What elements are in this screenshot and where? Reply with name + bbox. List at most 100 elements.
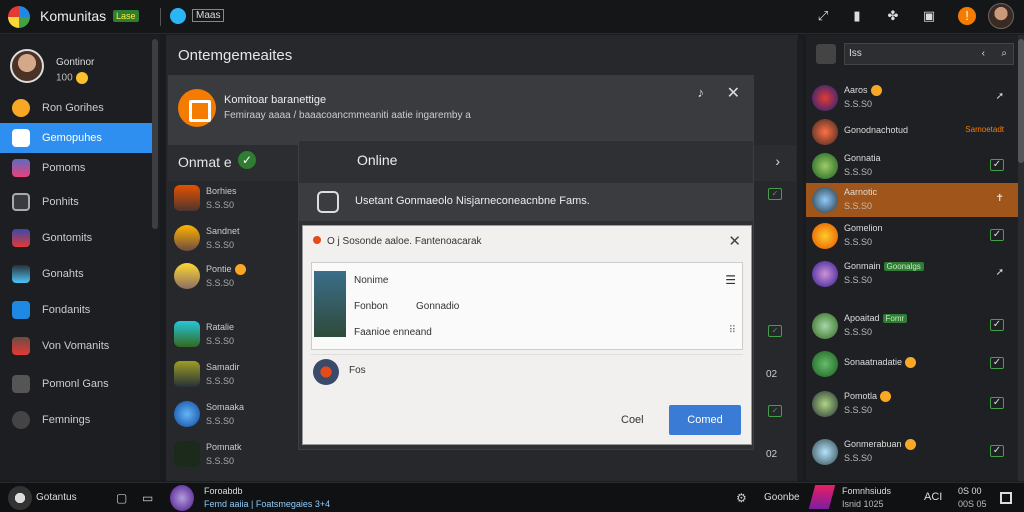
chevron-left-icon[interactable]: ‹ xyxy=(982,44,985,64)
list-item[interactable]: Ratalie S.S.S0 xyxy=(168,317,300,353)
sidebar-item-2[interactable]: Pomoms xyxy=(0,153,152,183)
friend-row[interactable]: Gomelion S.S.S0 ✓ xyxy=(806,219,1018,253)
list-item[interactable]: Pomnatk S.S.S0 xyxy=(168,437,300,473)
settings-icon[interactable]: ⚙ xyxy=(736,491,747,505)
sidebar-item-1[interactable]: Gemopuhes xyxy=(0,123,152,153)
drag-handle-icon[interactable]: ⠿ xyxy=(729,325,736,336)
notification-icon[interactable]: ▮ xyxy=(848,7,866,25)
friend-row[interactable]: Apoaitad Fomr S.S.S0 ✓ xyxy=(806,309,1018,343)
friends-scrollbar[interactable] xyxy=(1018,35,1024,481)
cancel-button[interactable]: Coel xyxy=(621,414,644,426)
stop-icon[interactable] xyxy=(1000,492,1012,504)
music-icon[interactable]: ♪ xyxy=(698,85,705,100)
friend-row[interactable]: Gonnatia S.S.S0 ✓ xyxy=(806,149,1018,183)
game-icon[interactable] xyxy=(808,485,836,509)
profile-avatar[interactable] xyxy=(10,49,44,83)
profile-name: Nonime xyxy=(354,275,389,286)
friend-row[interactable]: Pomotla S.S.S0 ✓ xyxy=(806,387,1018,421)
group-icon[interactable] xyxy=(816,44,836,64)
dialog-option[interactable]: Fos xyxy=(311,354,743,388)
announcement-card[interactable]: Komitoar baranettige Femiraay aaaa / baa… xyxy=(168,75,754,145)
friend-row-active[interactable]: Aarnotic S.S.S0 ✝ xyxy=(806,183,1018,217)
online-banner[interactable]: Usetant Gonmaeolo Nisjarneconeacnbne Fam… xyxy=(299,183,753,221)
bottom-bar: Gotantus ▢ ▭ Foroabdb Femd aaiia | Foats… xyxy=(0,482,1024,512)
sidebar-item-7[interactable]: Von Vomanits xyxy=(0,331,152,361)
app-logo-icon[interactable] xyxy=(8,6,30,28)
game-icon xyxy=(174,321,200,347)
time-label: 0S 00 xyxy=(958,486,982,496)
friend-avatar xyxy=(812,313,838,339)
list-item[interactable]: Samadir S.S.S0 xyxy=(168,357,300,393)
sidebar-item-8[interactable]: Pomonl Gans xyxy=(0,369,152,399)
expand-icon[interactable]: ⤢ xyxy=(814,7,832,25)
status-label: Samoetadt xyxy=(965,125,1004,134)
status-badge: ✓ xyxy=(990,159,1004,171)
profile-thumbnail xyxy=(314,271,346,337)
chevron-right-icon[interactable]: › xyxy=(775,153,780,169)
user-avatar[interactable] xyxy=(988,3,1014,29)
date-label: 00S 05 xyxy=(958,499,987,509)
avatar-icon xyxy=(12,337,30,355)
list-item[interactable]: Sandnet S.S.S0 xyxy=(168,221,300,257)
friends-panel: Iss ‹ ⌕ Aaros S.S.S0 ➚ Gonodnachotud Samoe… xyxy=(806,35,1018,481)
friend-row[interactable]: Gonmerabuan S.S.S0 ✓ xyxy=(806,435,1018,469)
list-item[interactable]: Borhies S.S.S0 xyxy=(168,181,300,217)
bookmark-icon[interactable]: ▣ xyxy=(920,7,938,25)
screen-icon[interactable]: ▢ xyxy=(116,491,127,505)
sidebar-item-3[interactable]: Ponhits xyxy=(0,187,152,217)
link-icon xyxy=(12,129,30,147)
friend-row[interactable]: Gonodnachotud Samoetadt xyxy=(806,115,1018,149)
profile-card[interactable]: Nonime Fonbon Gonnadio Faanioe enneand ☰… xyxy=(311,262,743,350)
page-title: Ontemgemeaites xyxy=(178,47,293,64)
settings-icon xyxy=(12,411,30,429)
channel-tag[interactable]: Maas xyxy=(192,9,225,22)
status-badge: ✓ xyxy=(990,397,1004,409)
count-label: 02 xyxy=(766,449,778,460)
friend-row[interactable]: Sonaatnadatie ✓ xyxy=(806,347,1018,381)
tab-online[interactable]: Onmat e xyxy=(178,154,232,170)
window-icon[interactable]: ▭ xyxy=(142,491,153,505)
game-title: Foroabdb xyxy=(204,486,243,496)
sidebar-item-4[interactable]: Gontomits xyxy=(0,223,152,253)
online-banner-text: Usetant Gonmaeolo Nisjarneconeacnbne Fam… xyxy=(355,195,590,207)
list-item[interactable]: Somaaka S.S.S0 xyxy=(168,397,300,433)
game-icon xyxy=(174,361,200,387)
game-icon xyxy=(174,441,200,467)
friend-avatar xyxy=(812,261,838,287)
sidebar-item-6[interactable]: Fondanits xyxy=(0,295,152,325)
confirm-button[interactable]: Comed xyxy=(669,405,741,435)
alert-icon[interactable]: ! xyxy=(958,7,976,25)
close-icon[interactable]: ✕ xyxy=(728,232,741,250)
app-badge: Lase xyxy=(113,10,139,22)
count-label: 02 xyxy=(766,369,778,380)
chat-icon[interactable] xyxy=(170,8,186,24)
search-input[interactable]: Iss ‹ ⌕ xyxy=(844,43,1014,65)
pin-icon[interactable]: ✝ xyxy=(996,193,1004,204)
friend-avatar xyxy=(812,119,838,145)
friend-row[interactable]: Gonmain Goonalgs S.S.S0 ➚ xyxy=(806,257,1018,291)
search-icon[interactable]: ⌕ xyxy=(1001,44,1007,64)
close-icon[interactable]: ✕ xyxy=(727,83,740,103)
coin-icon xyxy=(904,439,916,451)
friends-header: Iss ‹ ⌕ xyxy=(806,35,1018,73)
list-item[interactable]: Pontie S.S.S0 xyxy=(168,259,300,295)
sidebar-item-9[interactable]: Femnings xyxy=(0,405,152,435)
menu-icon[interactable]: ☰ xyxy=(725,273,736,287)
game-sublabel: Isnid 1025 xyxy=(842,499,884,509)
arrow-icon[interactable]: ➚ xyxy=(996,91,1004,102)
friend-row[interactable]: Aaros S.S.S0 ➚ xyxy=(806,81,1018,115)
sidebar: Gontinor 100 Ron Gorihes Gemopuhes Pomom… xyxy=(0,35,160,481)
arrow-icon[interactable]: ➚ xyxy=(996,267,1004,278)
coin-icon xyxy=(905,357,917,369)
game-icon xyxy=(174,401,200,427)
status-badge: ✓ xyxy=(990,357,1004,369)
coin-icon xyxy=(75,72,88,84)
sidebar-item-5[interactable]: Gonahts xyxy=(0,259,152,289)
sidebar-scrollbar[interactable] xyxy=(152,39,158,229)
puzzle-icon[interactable]: ✤ xyxy=(884,7,902,25)
status-badge: ✓ xyxy=(768,325,782,337)
game-avatar[interactable] xyxy=(170,485,194,511)
aci-label: ACI xyxy=(924,491,943,503)
sidebar-item-0[interactable]: Ron Gorihes xyxy=(0,93,152,123)
user-avatar[interactable] xyxy=(8,486,32,510)
